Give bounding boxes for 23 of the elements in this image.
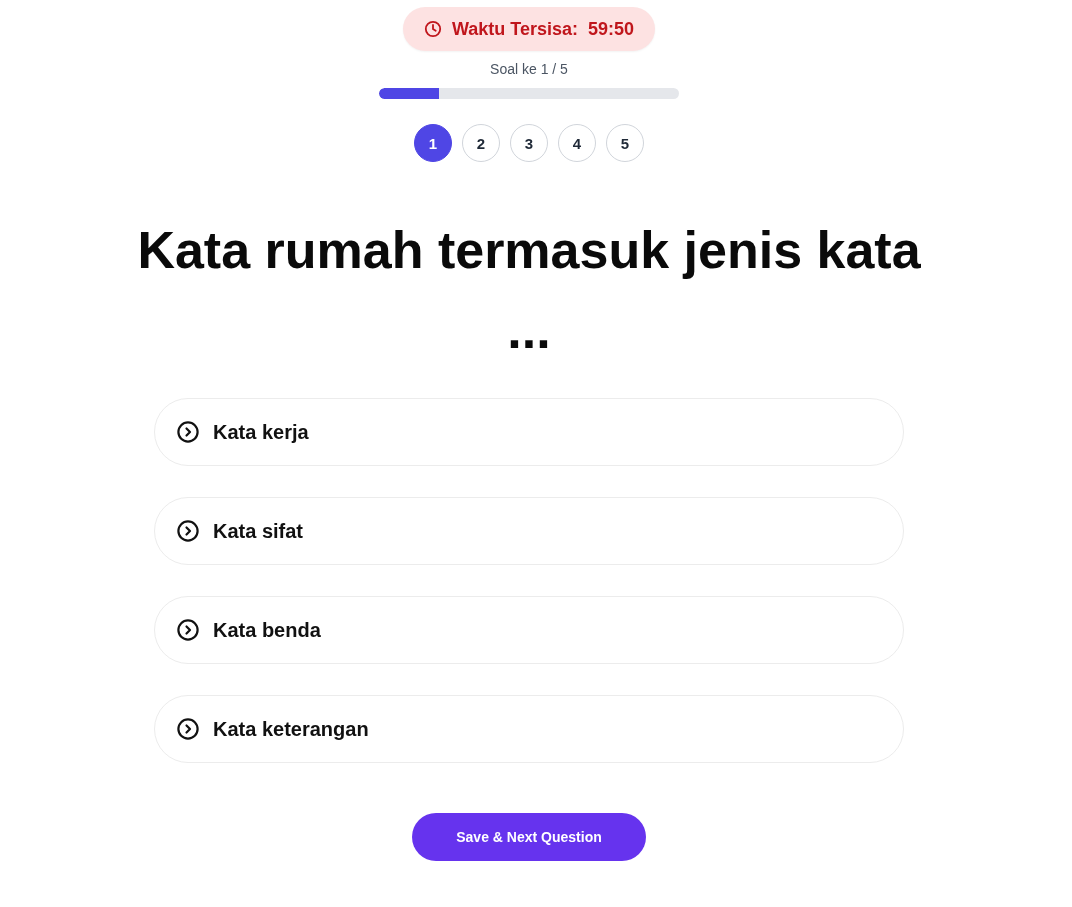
answer-option[interactable]: Kata benda — [154, 596, 904, 664]
question-counter: Soal ke 1 / 5 — [490, 61, 568, 77]
question-number-button[interactable]: 2 — [462, 124, 500, 162]
option-label: Kata sifat — [213, 519, 304, 543]
option-label: Kata keterangan — [213, 717, 369, 741]
timer-value: 59:50 — [588, 18, 635, 40]
clock-icon — [423, 20, 442, 38]
timer-label: Waktu Tersisa: — [451, 18, 578, 40]
question-text: Kata rumah termasuk jenis kata ... — [136, 220, 922, 361]
answer-option[interactable]: Kata kerja — [154, 398, 904, 466]
option-label: Kata kerja — [213, 420, 309, 444]
question-number-button[interactable]: 4 — [558, 124, 596, 162]
chevron-circle-icon — [177, 619, 199, 641]
chevron-circle-icon — [177, 520, 199, 542]
option-label: Kata benda — [213, 618, 321, 642]
save-next-button[interactable]: Save & Next Question — [412, 813, 646, 861]
question-number-button[interactable]: 5 — [606, 124, 644, 162]
question-number-button[interactable]: 3 — [510, 124, 548, 162]
question-number-button[interactable]: 1 — [414, 124, 452, 162]
answer-option[interactable]: Kata keterangan — [154, 695, 904, 763]
answer-option[interactable]: Kata sifat — [154, 497, 904, 565]
chevron-circle-icon — [177, 718, 199, 740]
chevron-circle-icon — [177, 421, 199, 443]
